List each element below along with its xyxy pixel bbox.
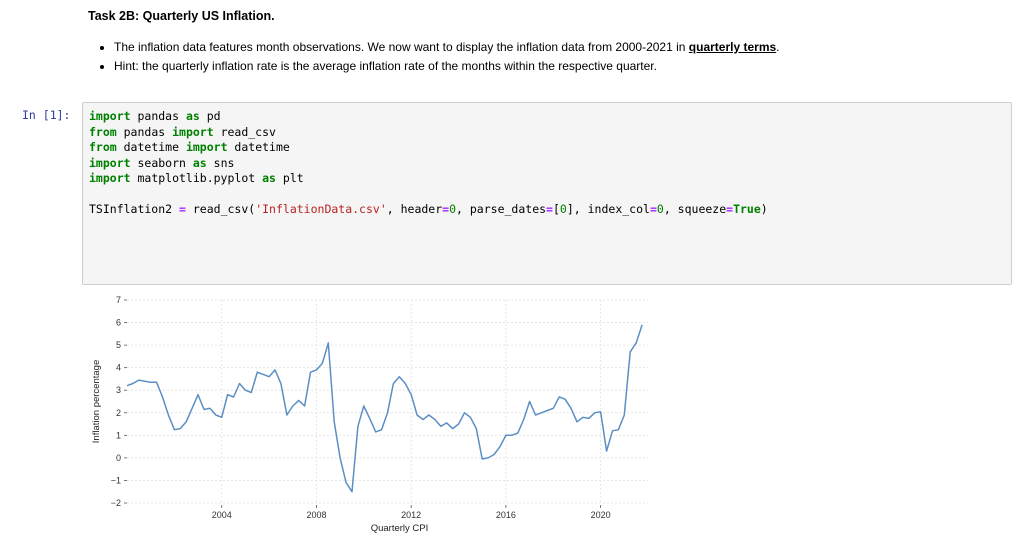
code-token: [ <box>552 202 560 216</box>
y-tick-label: 0 <box>116 453 121 463</box>
x-tick-label: 2020 <box>591 510 611 520</box>
code-token: , squeeze <box>663 202 727 216</box>
y-axis-label: Inflation percentage <box>91 360 102 443</box>
input-prompt: In [1]: <box>22 108 71 122</box>
keyword: import <box>185 140 228 154</box>
y-tick-label: 5 <box>116 340 121 350</box>
y-tick-label: 2 <box>116 408 121 418</box>
y-tick-label: 6 <box>116 318 121 328</box>
keyword: as <box>262 171 276 185</box>
bullet-text: The inflation data features month observ… <box>114 40 689 54</box>
code-line: import seaborn as sns <box>89 156 234 170</box>
x-tick-label: 2008 <box>306 510 326 520</box>
code-token: pandas <box>116 124 173 139</box>
keyword: as <box>192 155 207 170</box>
x-axis-ticks: 2004 2008 2012 2016 2020 <box>212 505 611 520</box>
code-token: seaborn <box>130 155 193 170</box>
bullet-item: Hint: the quarterly inflation rate is th… <box>114 57 780 76</box>
chart-grid <box>127 299 648 504</box>
code-token: ) <box>760 202 768 216</box>
code-line: import pandas as pd <box>89 109 221 123</box>
bullet-punct: . <box>776 40 780 54</box>
code-line: TSInflation2 = read_csv('InflationData.c… <box>89 202 768 216</box>
y-tick-label: 4 <box>116 363 121 373</box>
code-token: sns <box>206 155 235 170</box>
x-tick-label: 2004 <box>212 510 232 520</box>
keyword: import <box>89 171 131 185</box>
y-tick-label: 3 <box>116 385 121 395</box>
y-tick-label: −2 <box>111 498 121 508</box>
bullet-item: The inflation data features month observ… <box>114 38 780 57</box>
x-axis-label: Quarterly CPI <box>371 523 429 534</box>
code-token: plt <box>275 171 304 185</box>
code-line: from pandas import read_csv <box>89 125 276 139</box>
x-tick-label: 2012 <box>401 510 421 520</box>
task-bullets: The inflation data features month observ… <box>88 38 780 76</box>
y-tick-label: 1 <box>116 430 121 440</box>
y-tick-label: 7 <box>116 295 121 305</box>
code-line: import matplotlib.pyplot as plt <box>89 171 304 185</box>
keyword: True <box>733 202 761 216</box>
number-literal: 0 <box>449 202 457 216</box>
y-tick-label: −1 <box>111 475 121 485</box>
number-literal: 0 <box>656 202 664 216</box>
keyword: as <box>185 109 200 123</box>
code-token: matplotlib.pyplot <box>130 171 263 185</box>
keyword: from <box>89 140 117 154</box>
inflation-series-line <box>126 324 643 493</box>
code-editor[interactable]: import pandas as pd from pandas import r… <box>89 109 768 218</box>
keyword: import <box>89 155 131 170</box>
code-token: , parse_dates <box>456 202 547 216</box>
operator: = <box>179 202 186 216</box>
code-token: , header <box>386 202 443 216</box>
code-token: ], index_col <box>566 202 650 216</box>
code-token: datetime <box>116 140 186 154</box>
code-token: TSInflation2 <box>89 202 180 216</box>
quarterly-terms-link[interactable]: quarterly terms <box>689 40 776 54</box>
operator: = <box>649 202 657 216</box>
code-token: datetime <box>227 140 290 154</box>
code-line: from datetime import datetime <box>89 140 290 154</box>
y-axis-ticks: 7 6 5 4 3 2 1 0 −1 −2 <box>111 295 127 508</box>
code-token: read_csv <box>213 124 276 139</box>
inflation-line-chart: 7 6 5 4 3 2 1 0 −1 −2 2004 2008 2012 2016 2020 Inflat… <box>91 295 648 534</box>
operator: = <box>546 202 553 216</box>
code-cell-input[interactable]: import pandas as pd from pandas import r… <box>82 102 1012 285</box>
keyword: import <box>89 109 131 123</box>
number-literal: 0 <box>559 202 567 216</box>
x-tick-label: 2016 <box>496 510 516 520</box>
code-token: read_csv( <box>185 202 256 216</box>
keyword: import <box>172 124 214 139</box>
keyword: from <box>89 124 117 139</box>
string-literal: 'InflationData.csv' <box>255 202 387 216</box>
code-token: pandas <box>130 109 186 123</box>
task-heading: Task 2B: Quarterly US Inflation. <box>88 9 275 23</box>
code-token: pd <box>199 109 221 123</box>
